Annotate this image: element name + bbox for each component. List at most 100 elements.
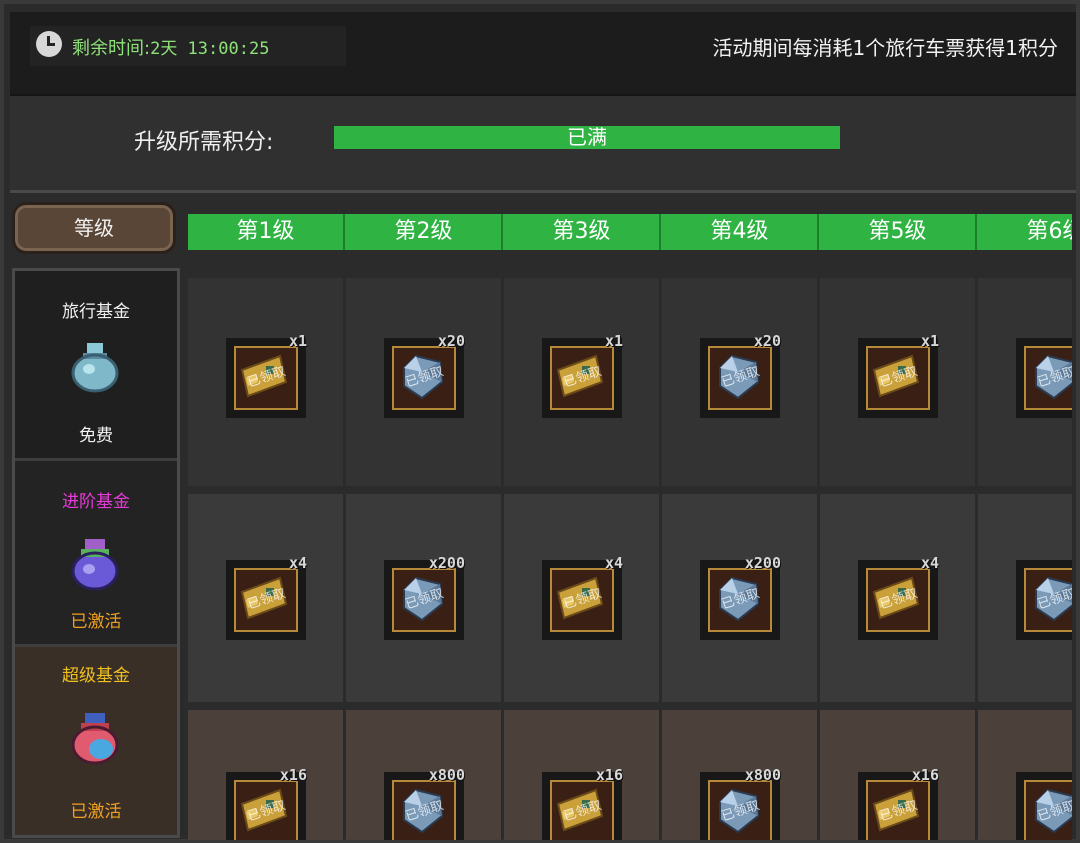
reward-quantity: x20 — [753, 332, 781, 350]
level-column-header: 等级 — [12, 202, 176, 254]
level-header-row: 第1级第2级第3级第4级第5级第6级 — [188, 214, 1072, 250]
reward-cell[interactable]: 已领取 x16 — [188, 710, 345, 840]
ticket-icon: 已领取 — [866, 346, 930, 410]
reward-item[interactable]: 已领取 — [700, 338, 780, 418]
ticket-icon: 已领取 — [550, 568, 614, 632]
gem-icon: 已领取 — [708, 568, 772, 632]
reward-cell[interactable]: 已领取 x16 — [820, 710, 977, 840]
countdown-value: 2天 13:00:25 — [150, 39, 270, 59]
gem-icon: 已领取 — [392, 346, 456, 410]
ticket-icon: 已领取 — [550, 780, 614, 840]
reward-item[interactable]: 已领取 — [542, 338, 622, 418]
reward-item[interactable]: 已领取 — [542, 560, 622, 640]
clock-icon — [36, 31, 62, 57]
reward-cell[interactable]: 已领取x1 — [504, 278, 661, 486]
reward-cell[interactable]: 已领取 x20 — [346, 278, 503, 486]
gem-icon: 已领取 — [708, 780, 772, 840]
reward-quantity: x200 — [744, 554, 781, 572]
reward-cell[interactable]: 已领取 x200 — [346, 494, 503, 702]
battle-pass-panel: 剩余时间:2天 13:00:25 活动期间每消耗1个旅行车票获得1积分 升级所需… — [0, 0, 1080, 843]
progress-label: 升级所需积分: — [134, 130, 274, 155]
level-header-cell: 第2级 — [346, 214, 503, 250]
top-bar: 剩余时间:2天 13:00:25 活动期间每消耗1个旅行车票获得1积分 — [10, 12, 1076, 96]
reward-item[interactable]: 已领取 — [226, 560, 306, 640]
reward-item[interactable]: 已领取 — [700, 560, 780, 640]
gem-icon: 已领取 — [708, 346, 772, 410]
countdown-text: 剩余时间:2天 13:00:25 — [72, 34, 269, 60]
tier-super-fund[interactable]: 超级基金 已激活 — [15, 647, 177, 835]
tier-name: 进阶基金 — [62, 492, 130, 512]
reward-item[interactable]: 已领取 — [1016, 338, 1072, 418]
reward-row-super: 已领取x16已领取x800已领取x16已领取x800已领取x16已领取x1 — [188, 710, 1072, 840]
reward-row-travel: 已领取x1已领取x20已领取x1已领取x20已领取x1已领取x — [188, 278, 1072, 486]
reward-quantity: x1 — [920, 332, 939, 350]
reward-quantity: x4 — [604, 554, 623, 572]
reward-item[interactable]: 已领取 — [1016, 560, 1072, 640]
ticket-icon: 已领取 — [866, 780, 930, 840]
tier-name: 旅行基金 — [62, 302, 130, 322]
reward-item[interactable]: 已领取 — [858, 560, 938, 640]
reward-cell[interactable]: 已领取 x4 — [188, 494, 345, 702]
reward-quantity: x800 — [744, 766, 781, 784]
tier-name: 超级基金 — [62, 666, 130, 686]
reward-cell[interactable]: 已领取 x20 — [662, 278, 819, 486]
reward-row-advanced: 已领取x4已领取x200已领取x4已领取x200已领取x4已领取x3 — [188, 494, 1072, 702]
level-header-cell: 第1级 — [188, 214, 345, 250]
reward-quantity: x16 — [595, 766, 623, 784]
progress-status: 已满 — [567, 125, 607, 149]
event-rule-text: 活动期间每消耗1个旅行车票获得1积分 — [712, 36, 1058, 60]
ticket-icon: 已领取 — [234, 780, 298, 840]
reward-quantity: x16 — [279, 766, 307, 784]
countdown-box: 剩余时间:2天 13:00:25 — [30, 26, 346, 66]
reward-quantity: x16 — [911, 766, 939, 784]
gem-icon: 已领取 — [1024, 346, 1072, 410]
tier-status: 已激活 — [70, 612, 122, 632]
purple-bag-icon — [71, 539, 119, 591]
reward-item[interactable]: 已领取 — [384, 560, 464, 640]
tier-status: 免费 — [79, 426, 113, 446]
ticket-icon: 已领取 — [550, 346, 614, 410]
progress-bar: 已满 — [334, 126, 840, 149]
reward-cell[interactable]: 已领取 x16 — [504, 710, 661, 840]
reward-quantity: x1 — [288, 332, 307, 350]
reward-cell[interactable]: 已领取x1 — [978, 710, 1072, 840]
reward-quantity: x4 — [288, 554, 307, 572]
reward-cell[interactable]: 已领取 x4 — [504, 494, 661, 702]
level-header-cell: 第6级 — [978, 214, 1073, 250]
reward-quantity: x4 — [920, 554, 939, 572]
ticket-icon: 已领取 — [234, 346, 298, 410]
gem-icon: 已领取 — [1024, 780, 1072, 840]
reward-item[interactable]: 已领取 — [858, 338, 938, 418]
reward-quantity: x1 — [604, 332, 623, 350]
rainbow-bag-icon — [71, 713, 119, 765]
reward-cell[interactable]: 已领取 x800 — [346, 710, 503, 840]
fund-tier-column: 旅行基金 免费 进阶基金 已激活 超级基金 已激活 — [12, 268, 180, 838]
reward-cell[interactable]: 已领取 x800 — [662, 710, 819, 840]
reward-cell[interactable]: 已领取x1 — [820, 278, 977, 486]
ticket-icon: 已领取 — [234, 568, 298, 632]
reward-item[interactable]: 已领取 — [384, 338, 464, 418]
reward-cell[interactable]: 已领取x3 — [978, 494, 1072, 702]
reward-grid: 第1级第2级第3级第4级第5级第6级 已领取x1已领取x20已领取x1已领取x2… — [188, 214, 1072, 840]
reward-cell[interactable]: 已领取x1 — [188, 278, 345, 486]
reward-quantity: x200 — [428, 554, 465, 572]
reward-cell[interactable]: 已领取 x4 — [820, 494, 977, 702]
reward-cell[interactable]: 已领取 x200 — [662, 494, 819, 702]
tier-advanced-fund[interactable]: 进阶基金 已激活 — [15, 461, 177, 647]
ticket-icon: 已领取 — [866, 568, 930, 632]
reward-item[interactable]: 已领取 — [226, 338, 306, 418]
level-header-cell: 第5级 — [820, 214, 977, 250]
gem-icon: 已领取 — [392, 780, 456, 840]
reward-quantity: x800 — [428, 766, 465, 784]
blue-bag-icon — [71, 343, 119, 393]
reward-cell[interactable]: 已领取x — [978, 278, 1072, 486]
level-header-cell: 第4级 — [662, 214, 819, 250]
countdown-label: 剩余时间: — [72, 38, 151, 59]
level-header-cell: 第3级 — [504, 214, 661, 250]
gem-icon: 已领取 — [1024, 568, 1072, 632]
reward-item[interactable]: 已领取 — [1016, 772, 1072, 840]
tier-travel-fund[interactable]: 旅行基金 免费 — [15, 271, 177, 461]
reward-quantity: x20 — [437, 332, 465, 350]
tier-status: 已激活 — [70, 802, 122, 822]
upgrade-progress-section: 升级所需积分: 已满 — [10, 96, 1076, 193]
